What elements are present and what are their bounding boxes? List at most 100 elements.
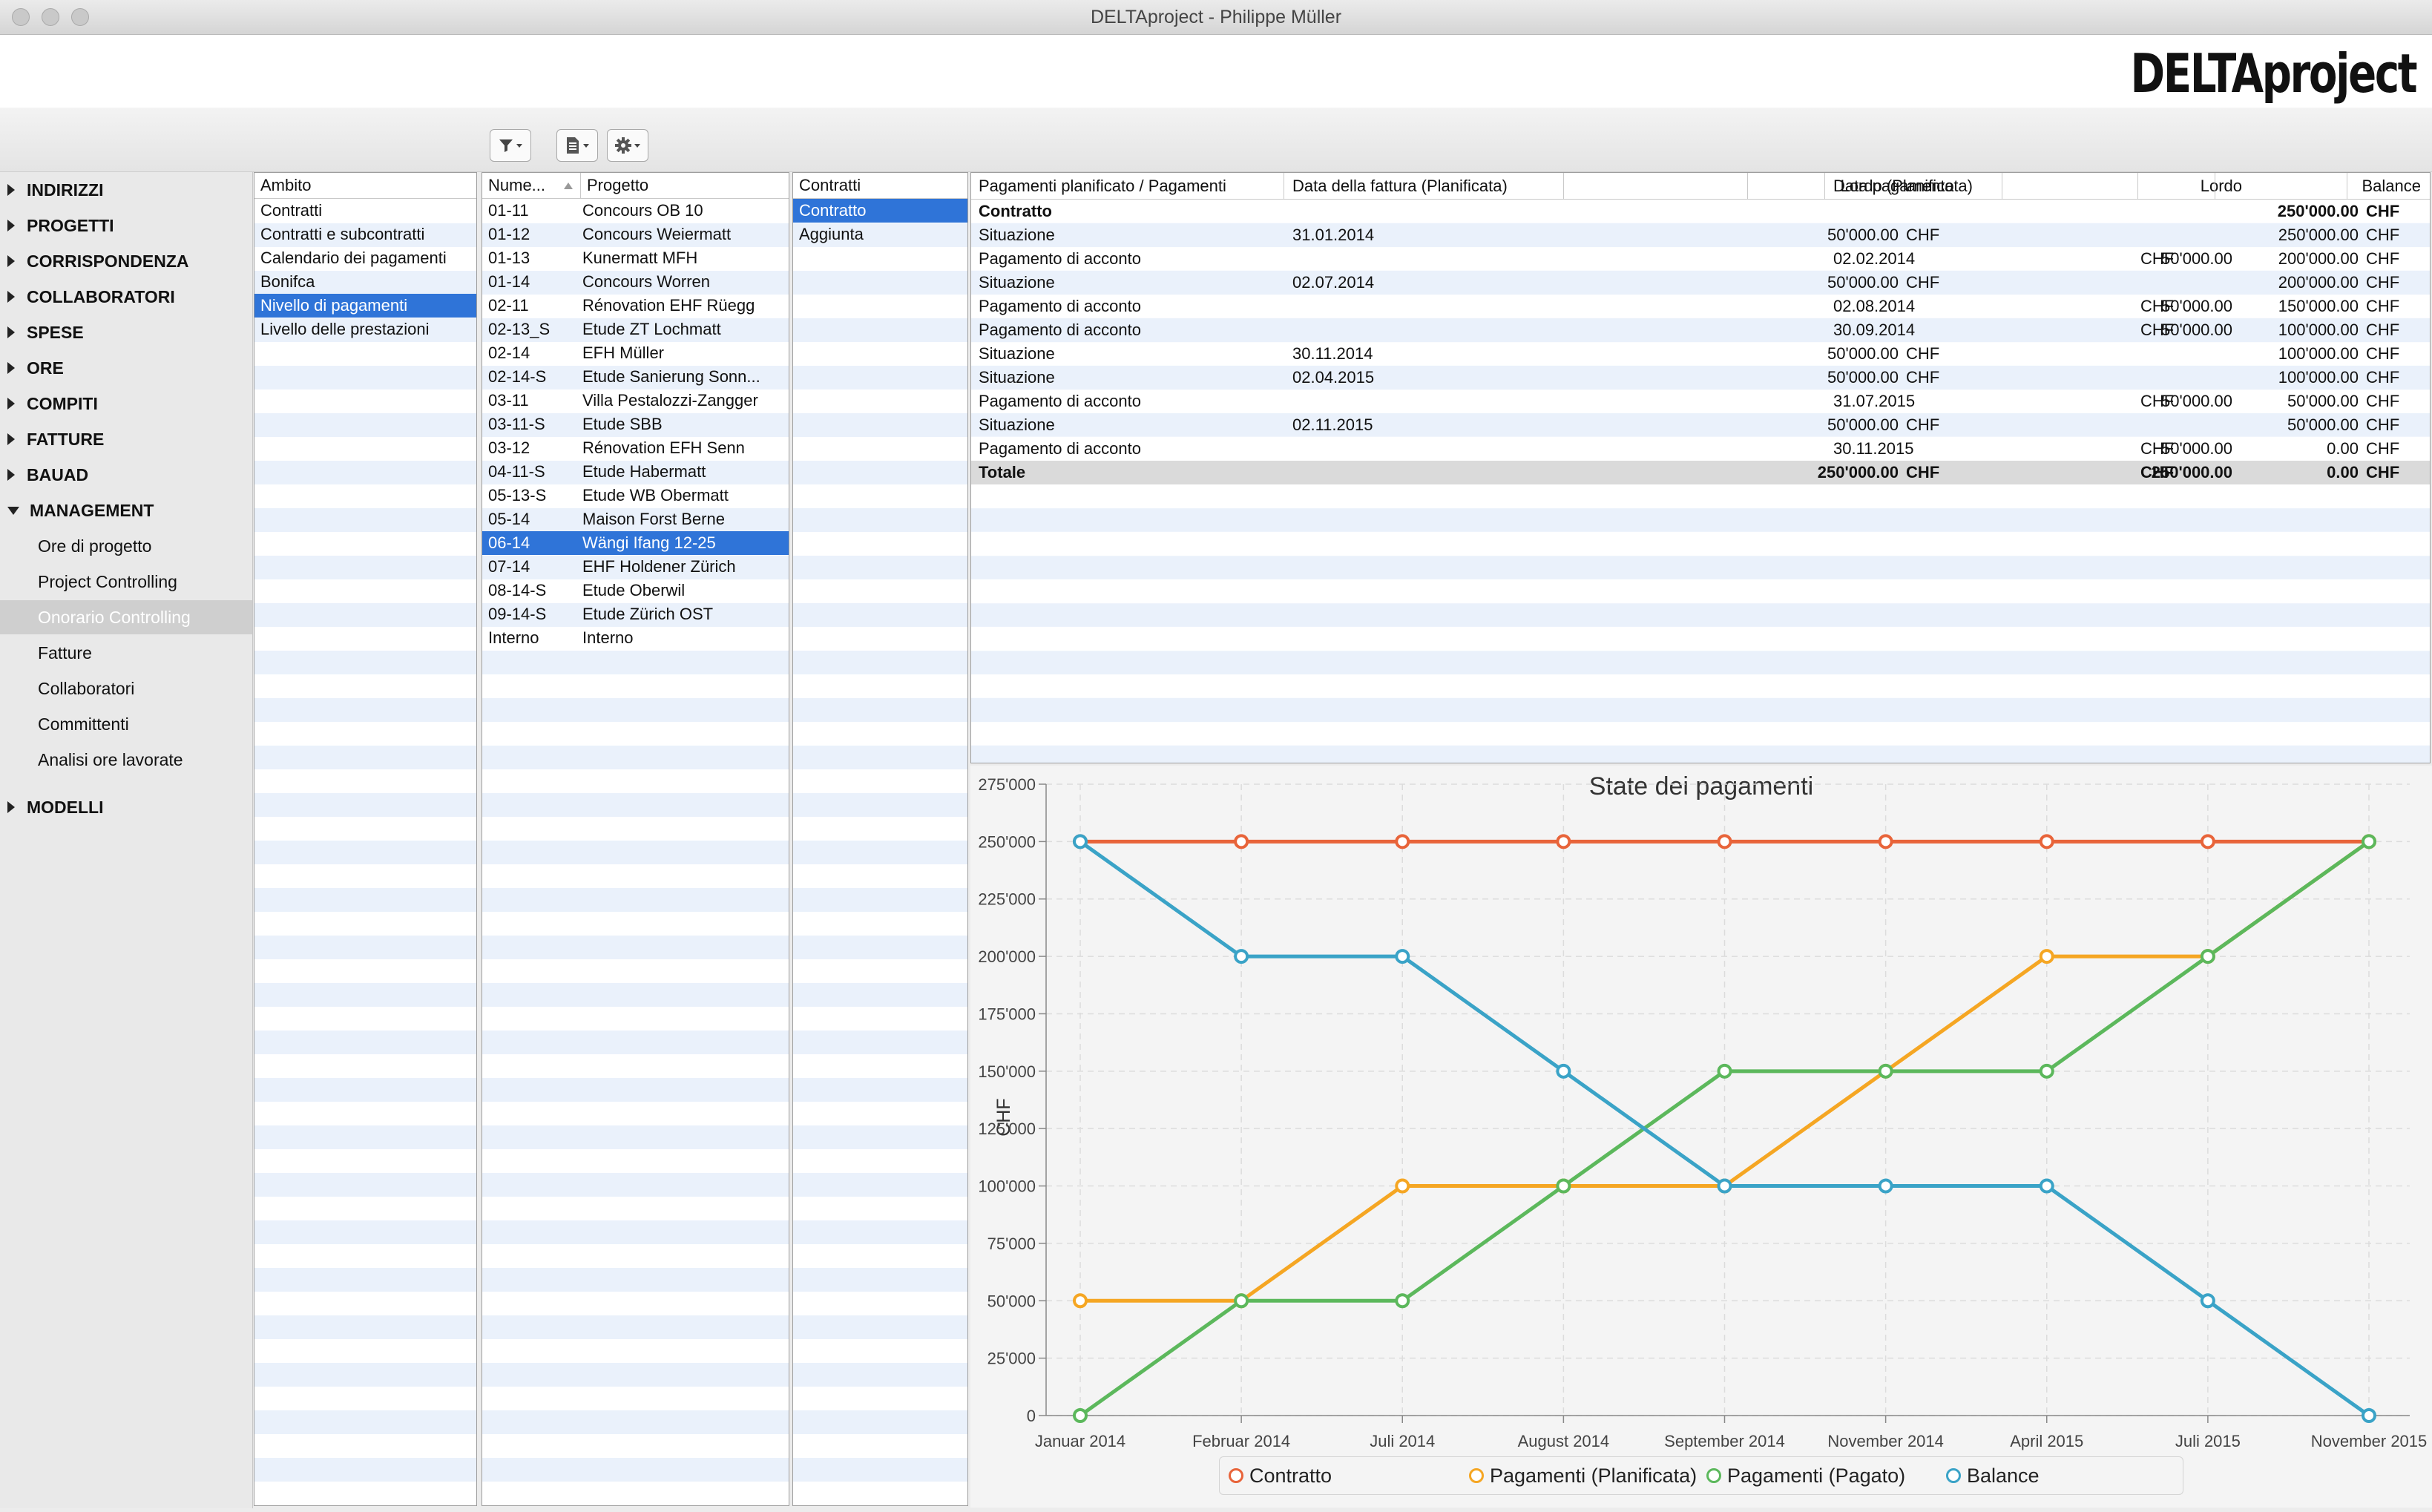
sidebar-section-collaboratori[interactable]: COLLABORATORI xyxy=(7,282,175,312)
sidebar-section-progetti[interactable]: PROGETTI xyxy=(7,211,114,240)
payments-row[interactable]: Pagamento di acconto 30.11.2015 50'000.00 C… xyxy=(971,437,2430,461)
data-point[interactable] xyxy=(2039,1178,2054,1194)
data-point[interactable] xyxy=(1234,949,1249,964)
project-row[interactable]: 05-14 Maison Forst Berne xyxy=(482,507,789,531)
project-row[interactable]: 01-12 Concours Weiermatt xyxy=(482,223,789,246)
project-row[interactable]: 04-11-S Etude Habermatt xyxy=(482,460,789,484)
data-point[interactable] xyxy=(2362,834,2376,849)
contracts-header[interactable]: Contratti xyxy=(793,173,967,199)
data-point[interactable] xyxy=(1073,834,1088,849)
contract-list-item[interactable]: Aggiunta xyxy=(793,223,967,246)
sidebar-section-compiti[interactable]: COMPITI xyxy=(7,389,98,418)
sidebar-item-analisi-ore-lavorate[interactable]: Analisi ore lavorate xyxy=(0,743,252,777)
payments-row[interactable]: Situazione 02.04.2015 50'000.00 CHF 100'000.… xyxy=(971,366,2430,389)
data-point[interactable] xyxy=(1556,1063,1571,1079)
ambito-list-item[interactable]: Nivello di pagamenti xyxy=(254,294,476,318)
column-header-project[interactable]: Progetto xyxy=(581,176,648,195)
ambito-list-item[interactable]: Contratti xyxy=(254,199,476,223)
data-point[interactable] xyxy=(1073,1408,1088,1423)
payments-row[interactable]: Pagamento di acconto 30.09.2014 50'000.00 C… xyxy=(971,318,2430,342)
project-row[interactable]: 03-11 Villa Pestalozzi-Zangger xyxy=(482,389,789,412)
column-header-invoice-date[interactable]: Data della fattura (Planificata) xyxy=(1292,173,1508,199)
payments-row[interactable]: Situazione 31.01.2014 50'000.00 CHF 250'000.… xyxy=(971,223,2430,247)
legend-item-contratto[interactable]: Contratto xyxy=(1229,1457,1332,1494)
data-point[interactable] xyxy=(1395,1178,1410,1194)
legend-item-balance[interactable]: Balance xyxy=(1946,1457,2040,1494)
project-row[interactable]: 03-11-S Etude SBB xyxy=(482,412,789,436)
data-point[interactable] xyxy=(1717,834,1732,849)
data-point[interactable] xyxy=(1878,1178,1893,1194)
data-point[interactable] xyxy=(1556,834,1571,849)
ambito-list-item[interactable]: Bonifca xyxy=(254,270,476,294)
data-point[interactable] xyxy=(2362,1408,2376,1423)
project-row[interactable]: 01-14 Concours Worren xyxy=(482,270,789,294)
data-point[interactable] xyxy=(1234,1293,1249,1309)
sidebar-section-fatture[interactable]: FATTURE xyxy=(7,424,104,454)
data-point[interactable] xyxy=(1073,1293,1088,1309)
project-row[interactable]: 03-12 Rénovation EFH Senn xyxy=(482,436,789,460)
project-row[interactable]: 08-14-S Etude Oberwil xyxy=(482,579,789,602)
legend-item-planned[interactable]: Pagamenti (Planificata) xyxy=(1469,1457,1697,1494)
sidebar-item-project-controlling[interactable]: Project Controlling xyxy=(0,565,252,599)
project-row[interactable]: 02-14 EFH Müller xyxy=(482,341,789,365)
ambito-list-item[interactable]: Calendario dei pagamenti xyxy=(254,246,476,270)
data-point[interactable] xyxy=(1878,834,1893,849)
project-row[interactable]: 05-13-S Etude WB Obermatt xyxy=(482,484,789,507)
payments-row[interactable]: Situazione 02.11.2015 50'000.00 CHF 50'000.0… xyxy=(971,413,2430,437)
sidebar-item-fatture[interactable]: Fatture xyxy=(0,636,252,670)
column-header-type[interactable]: Pagamenti planificato / Pagamenti xyxy=(979,173,1226,199)
column-header-payment-date[interactable]: Data pagamento xyxy=(1833,173,1954,199)
sidebar-section-modelli[interactable]: MODELLI xyxy=(7,792,104,822)
data-point[interactable] xyxy=(1717,1063,1732,1079)
project-row[interactable]: 02-11 Rénovation EHF Rüegg xyxy=(482,294,789,318)
project-row[interactable]: 09-14-S Etude Zürich OST xyxy=(482,602,789,626)
project-row[interactable]: 02-14-S Etude Sanierung Sonn... xyxy=(482,365,789,389)
legend-item-paid[interactable]: Pagamenti (Pagato) xyxy=(1706,1457,1905,1494)
data-point[interactable] xyxy=(1395,1293,1410,1309)
data-point[interactable] xyxy=(1395,949,1410,964)
sidebar-section-corrispondenza[interactable]: CORRISPONDENZA xyxy=(7,246,189,276)
data-point[interactable] xyxy=(1556,1178,1571,1194)
project-row[interactable]: 02-13_S Etude ZT Lochmatt xyxy=(482,318,789,341)
document-menu-button[interactable] xyxy=(556,129,598,162)
ambito-header[interactable]: Ambito xyxy=(254,173,476,199)
payments-row[interactable]: Contratto 250'000.00 CHF xyxy=(971,200,2430,223)
data-point[interactable] xyxy=(1234,834,1249,849)
data-point[interactable] xyxy=(1395,834,1410,849)
data-point[interactable] xyxy=(2200,834,2215,849)
settings-menu-button[interactable] xyxy=(607,129,648,162)
data-point[interactable] xyxy=(2039,949,2054,964)
column-header-gross[interactable]: Lordo xyxy=(2084,173,2242,199)
sidebar-section-spese[interactable]: SPESE xyxy=(7,318,84,347)
filter-button[interactable] xyxy=(490,129,531,162)
payments-row[interactable]: Pagamento di acconto 31.07.2015 50'000.00 C… xyxy=(971,389,2430,413)
data-point[interactable] xyxy=(2200,949,2215,964)
column-header-balance[interactable]: Balance xyxy=(2232,173,2421,199)
sidebar-section-indirizzi[interactable]: INDIRIZZI xyxy=(7,175,104,205)
data-point[interactable] xyxy=(1717,1178,1732,1194)
payments-row[interactable]: Situazione 30.11.2014 50'000.00 CHF 100'000.… xyxy=(971,342,2430,366)
ambito-list-item[interactable]: Livello delle prestazioni xyxy=(254,318,476,341)
payments-row[interactable]: Pagamento di acconto 02.02.2014 50'000.00 C… xyxy=(971,247,2430,271)
data-point[interactable] xyxy=(2200,1293,2215,1309)
ambito-list-item[interactable]: Contratti e subcontratti xyxy=(254,223,476,246)
sidebar-section-management[interactable]: MANAGEMENT xyxy=(7,496,154,525)
sidebar-item-onorario-controlling[interactable]: Onorario Controlling xyxy=(0,600,252,634)
sidebar-item-collaboratori[interactable]: Collaboratori xyxy=(0,671,252,706)
payments-row[interactable]: Situazione 02.07.2014 50'000.00 CHF 200'000.… xyxy=(971,271,2430,295)
project-row[interactable]: 01-13 Kunermatt MFH xyxy=(482,246,789,270)
sidebar-item-committenti[interactable]: Committenti xyxy=(0,707,252,741)
sidebar-item-ore-di-progetto[interactable]: Ore di progetto xyxy=(0,529,252,563)
data-point[interactable] xyxy=(1878,1063,1893,1079)
data-point[interactable] xyxy=(2039,834,2054,849)
project-row[interactable]: 06-14 Wängi Ifang 12-25 xyxy=(482,531,789,555)
project-row[interactable]: Interno Interno xyxy=(482,626,789,650)
project-row[interactable]: 07-14 EHF Holdener Zürich xyxy=(482,555,789,579)
payments-row[interactable]: Pagamento di acconto 02.08.2014 50'000.00 C… xyxy=(971,295,2430,318)
contract-list-item[interactable]: Contratto xyxy=(793,199,967,223)
data-point[interactable] xyxy=(2039,1063,2054,1079)
sidebar-section-bauad[interactable]: BAUAD xyxy=(7,460,88,490)
sidebar-section-ore[interactable]: ORE xyxy=(7,353,64,383)
payments-total-row[interactable]: Totale 250'000.00 CHF 250'000.00 CHF 0.00 CHF xyxy=(971,461,2430,484)
project-row[interactable]: 01-11 Concours OB 10 xyxy=(482,199,789,223)
